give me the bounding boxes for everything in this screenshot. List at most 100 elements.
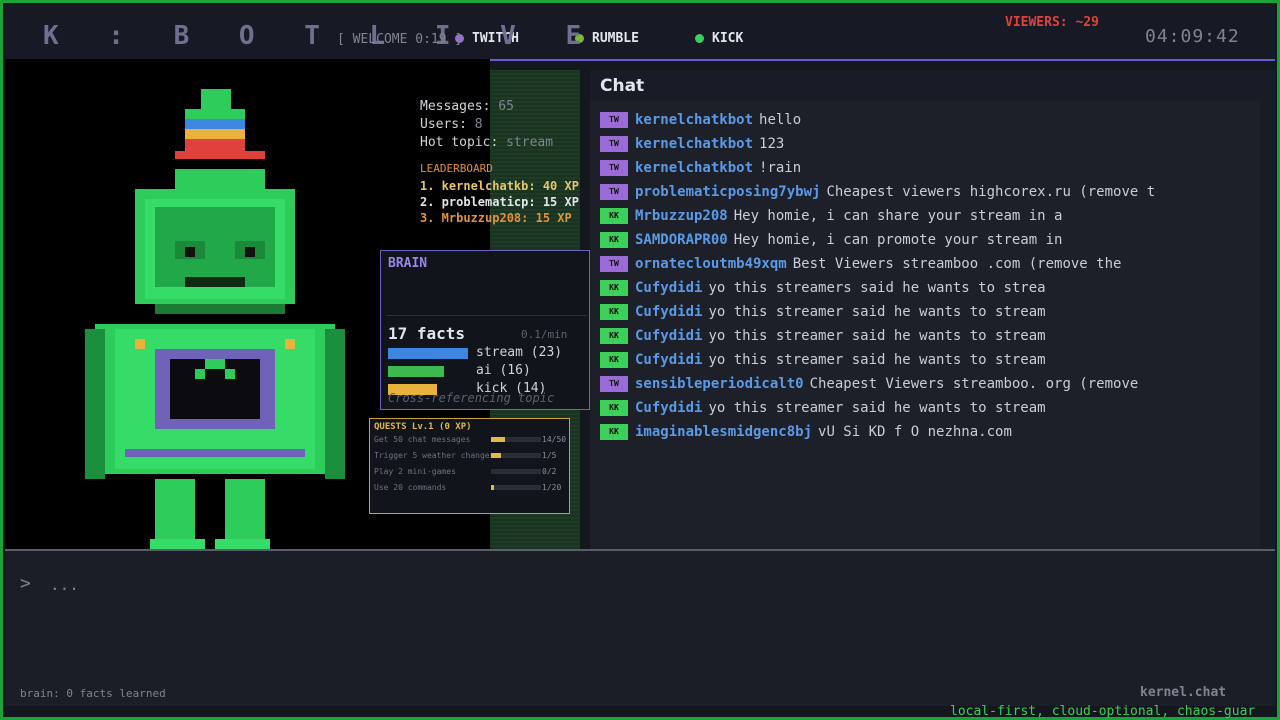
topic-bar <box>388 366 444 377</box>
quest-progress-fill <box>491 437 505 442</box>
brain-activity: Cross-referencing topic <box>388 391 555 405</box>
quests-title: QUESTS Lv.1 (0 XP) <box>374 422 472 432</box>
leaderboard-entry: 1. kernelchatkb: 40 XP <box>420 179 579 193</box>
platform-badge: KK <box>600 304 628 320</box>
chat-username[interactable]: Mrbuzzup208 <box>635 208 728 224</box>
quest-label: Get 50 chat messages <box>374 435 471 444</box>
chat-username[interactable]: Cufydidi <box>635 328 702 344</box>
quest-progress-track <box>491 437 541 442</box>
leaderboard: 1. kernelchatkb: 40 XP 2. problematicp: … <box>420 178 579 226</box>
brain-title: BRAIN <box>388 256 428 271</box>
brand-label: kernel.chat <box>1140 685 1227 700</box>
platform-badge: TW <box>600 136 628 152</box>
quest-item: Use 20 commands 1/20 <box>374 483 566 495</box>
platform-badge: KK <box>600 424 628 440</box>
chat-message-text: vU Si KD f O nezhna.com <box>818 424 1012 440</box>
header-divider <box>490 59 1275 61</box>
chat-username[interactable]: kernelchatkbot <box>635 160 753 176</box>
topic-label: Hot topic: <box>420 135 499 150</box>
chat-message-text: yo this streamer said he wants to stream <box>708 400 1046 416</box>
quest-item: Get 50 chat messages 14/50 <box>374 435 566 447</box>
chat-message-text: Hey homie, i can share your stream in a <box>733 208 1063 224</box>
chat-message: KK Cufydidi yo this streamer said he wants… <box>600 302 1046 322</box>
platform-badge: KK <box>600 280 628 296</box>
quest-count: 14/50 <box>542 435 567 444</box>
chat-message-text: yo this streamers said he wants to strea <box>708 280 1046 296</box>
platform-label: RUMBLE <box>592 31 639 46</box>
chat-username[interactable]: sensibleperiodicalt0 <box>635 376 804 392</box>
topic-bar-label: ai (16) <box>476 363 531 378</box>
platform-badge: TW <box>600 184 628 200</box>
chat-username[interactable]: ornatecloutmb49xqm <box>635 256 787 272</box>
chat-username[interactable]: Cufydidi <box>635 304 702 320</box>
chat-message: KK Mrbuzzup208 Hey homie, i can share your… <box>600 206 1062 226</box>
chat-message-text: Cheapest Viewers streamboo. org (remove <box>809 376 1139 392</box>
users-label: Users: <box>420 117 467 132</box>
platform-badge: KK <box>600 352 628 368</box>
quests-panel: QUESTS Lv.1 (0 XP) Get 50 chat messages … <box>369 418 570 514</box>
chat-username[interactable]: Cufydidi <box>635 400 702 416</box>
platform-badge: KK <box>600 328 628 344</box>
topic-bar <box>388 348 468 359</box>
quest-label: Trigger 5 weather changes <box>374 451 495 460</box>
quest-progress-track <box>491 453 541 458</box>
app-logo: K : B O T L I V E <box>43 21 599 51</box>
chat-message: TW kernelchatkbot !rain <box>600 158 801 178</box>
platform-badge: TW <box>600 112 628 128</box>
chat-message: TW ornatecloutmb49xqm Best Viewers streamb… <box>600 254 1121 274</box>
chat-username[interactable]: kernelchatkbot <box>635 136 753 152</box>
chat-message: TW kernelchatkbot 123 <box>600 134 784 154</box>
chat-message-text: yo this streamer said he wants to stream <box>708 304 1046 320</box>
chat-message-text: 123 <box>759 136 785 152</box>
stats-panel: Messages: 65 Users: 8 Hot topic: stream <box>420 98 553 152</box>
chat-username[interactable]: imaginablesmidgenc8bj <box>635 424 812 440</box>
chat-message: TW problematicposing7ybwj Cheapest viewers… <box>600 182 1155 202</box>
chat-message-list[interactable]: TW kernelchatkbot hello TW kernelchatkbot 123… <box>590 101 1260 549</box>
brain-status: brain: 0 facts learned <box>20 687 166 700</box>
platform-label: KICK <box>712 31 744 46</box>
chat-title: Chat <box>600 76 645 96</box>
chat-message: TW kernelchatkbot hello <box>600 110 801 130</box>
platform-badge: TW <box>600 160 628 176</box>
leaderboard-entry: 2. problematicp: 15 XP <box>420 195 579 209</box>
chat-username[interactable]: Cufydidi <box>635 352 702 368</box>
platform-badge: KK <box>600 208 628 224</box>
chat-username[interactable]: kernelchatkbot <box>635 112 753 128</box>
chat-message-text: yo this streamer said he wants to stream <box>708 352 1046 368</box>
quest-progress-fill <box>491 485 494 490</box>
chat-message: KK imaginablesmidgenc8bj vU Si KD f O nezh… <box>600 422 1012 442</box>
chat-message: KK Cufydidi yo this streamers said he want… <box>600 278 1046 298</box>
chat-input-area[interactable]: > ... brain: 0 facts learned kernel.chat <box>5 549 1275 706</box>
chat-username[interactable]: Cufydidi <box>635 280 702 296</box>
viewer-count: VIEWERS: ~29 <box>1005 15 1099 30</box>
quest-progress-track <box>491 469 541 474</box>
welcome-timer: [ WELCOME 0:19 ] <box>337 32 463 47</box>
quest-label: Use 20 commands <box>374 483 447 492</box>
chat-username[interactable]: problematicposing7ybwj <box>635 184 820 200</box>
chat-message-text: Best Viewers streamboo .com (remove the <box>792 256 1122 272</box>
brain-divider <box>387 315 587 316</box>
chat-message-text: !rain <box>759 160 802 176</box>
chat-message-text: Hey homie, i can promote your stream in <box>733 232 1063 248</box>
brain-panel: BRAIN 17 facts 0.1/min stream (23) ai (1… <box>380 250 590 410</box>
chat-message-text: Cheapest viewers highcorex.ru (remove t <box>826 184 1156 200</box>
chat-message: KK Cufydidi yo this streamer said he wants… <box>600 398 1046 418</box>
quest-progress-fill <box>491 453 501 458</box>
leaderboard-title: LEADERBOARD <box>420 162 493 175</box>
chat-message-text: yo this streamer said he wants to stream <box>708 328 1046 344</box>
quest-item: Play 2 mini-games 0/2 <box>374 467 566 479</box>
chat-message: KK Cufydidi yo this streamer said he wants… <box>600 326 1046 346</box>
quest-count: 1/20 <box>542 483 562 492</box>
brain-rate: 0.1/min <box>521 328 568 341</box>
leaderboard-entry: 3. Mrbuzzup208: 15 XP <box>420 211 572 225</box>
chat-username[interactable]: SAMDORAPR00 <box>635 232 728 248</box>
users-value: 8 <box>474 117 483 132</box>
quest-label: Play 2 mini-games <box>374 467 456 476</box>
platform-badge: KK <box>600 400 628 416</box>
chat-panel: Chat TW kernelchatkbot hello TW kernelchatkb… <box>590 70 1275 549</box>
chat-message-text: hello <box>759 112 802 128</box>
chat-input[interactable]: ... <box>50 575 79 594</box>
messages-value: 65 <box>498 99 514 114</box>
platform-kick[interactable]: KICK <box>695 31 743 46</box>
chat-message: TW sensibleperiodicalt0 Cheapest Viewers s… <box>600 374 1138 394</box>
